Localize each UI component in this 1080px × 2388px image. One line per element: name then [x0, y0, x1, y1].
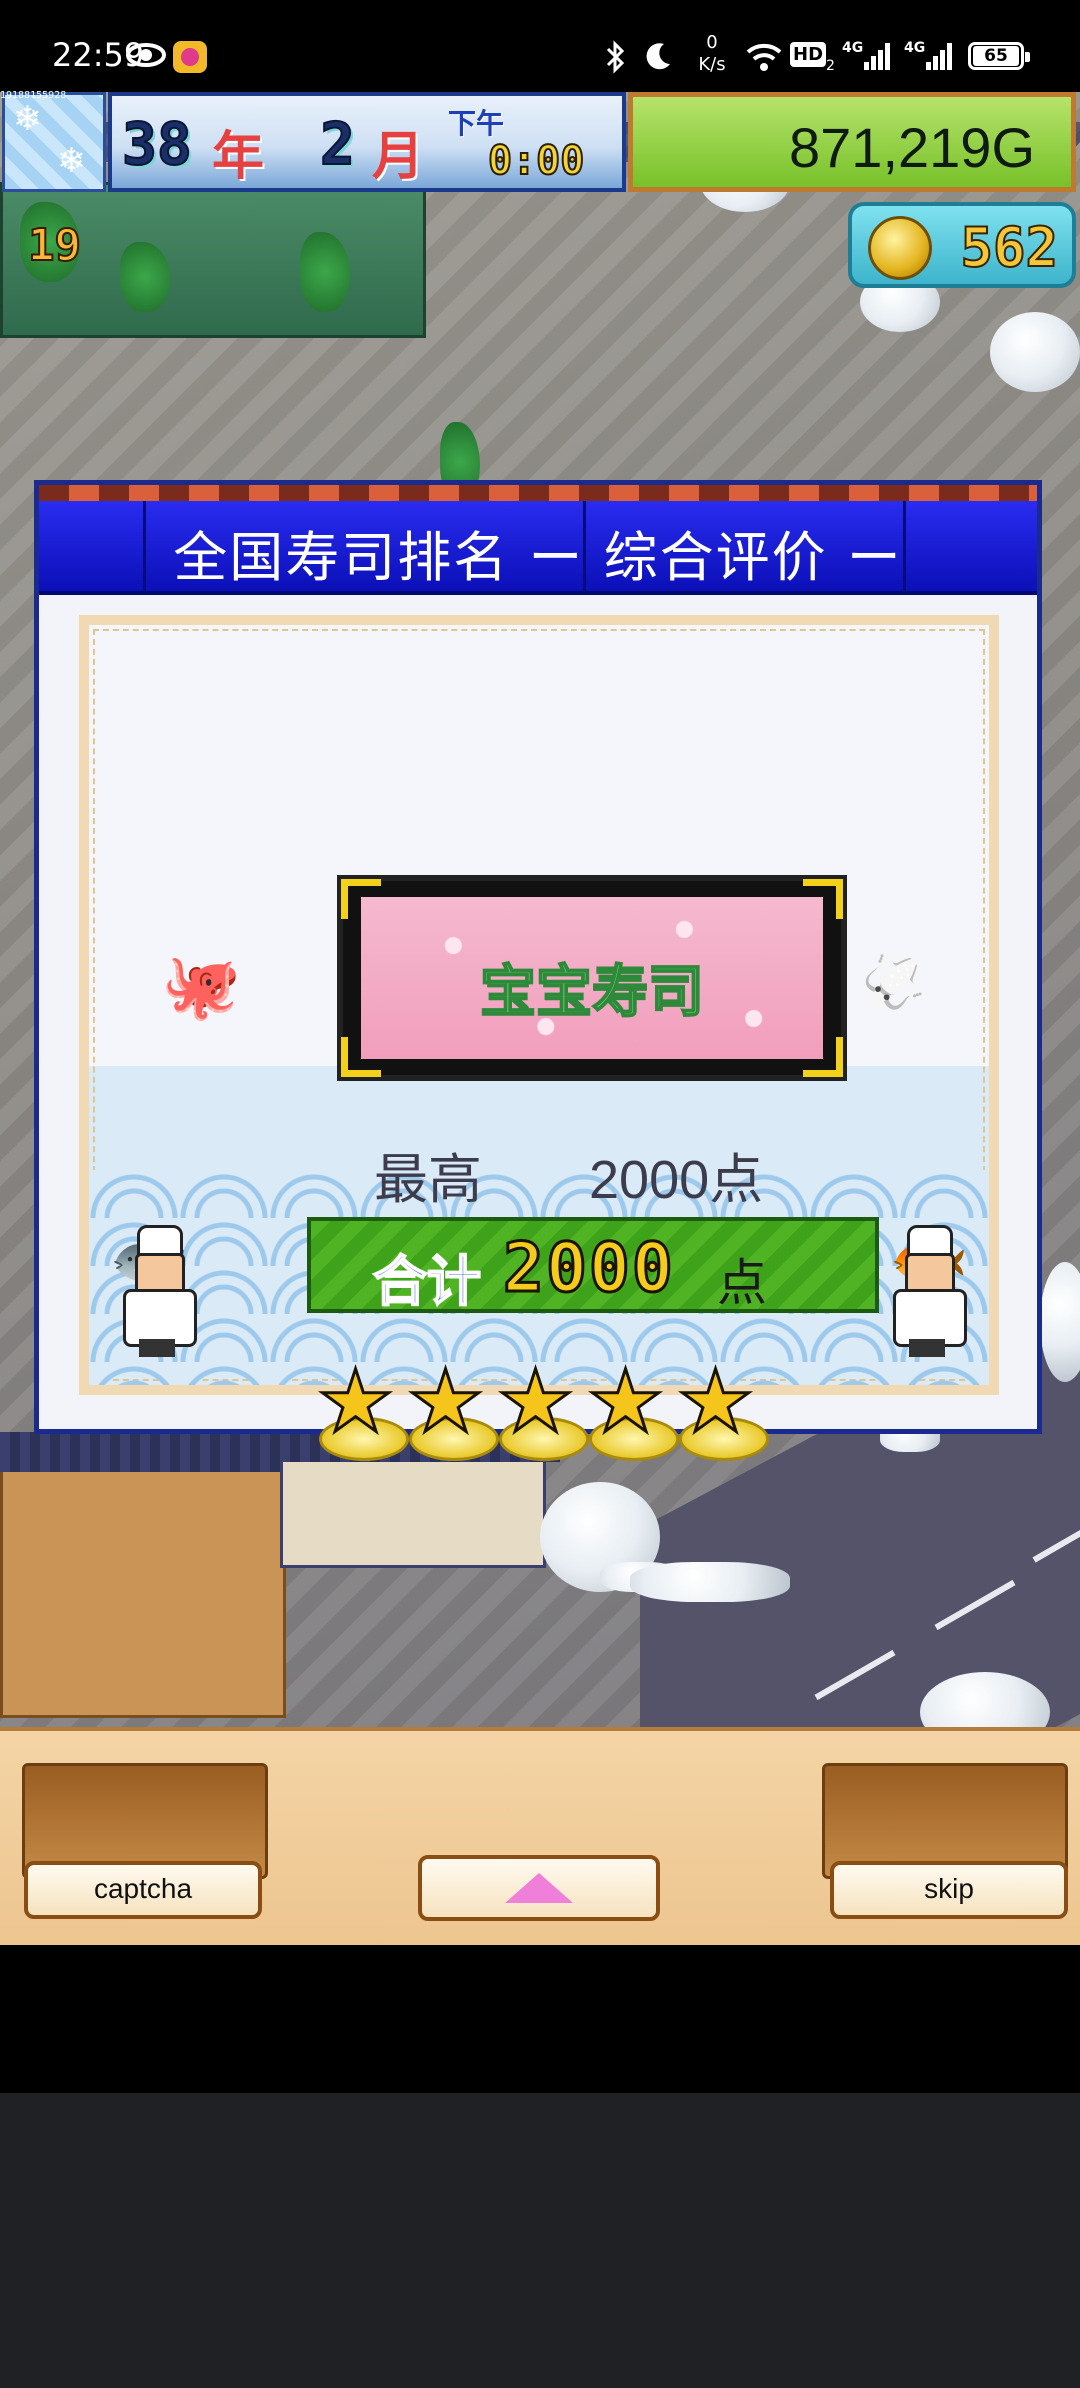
year-number: 38 — [121, 109, 193, 179]
snowflake-icon: ❄ — [57, 141, 86, 181]
coin-icon — [868, 216, 932, 280]
chef-left-icon — [119, 1225, 197, 1357]
star-icon: ★ — [315, 1358, 409, 1461]
shop-nameplate: 宝宝寿司 — [337, 875, 847, 1081]
device-id-tag: 19188155928 — [0, 90, 67, 101]
net-speed-unit: K/s — [698, 54, 726, 75]
system-nav-area — [0, 2093, 1080, 2388]
best-score-label: 最高 — [374, 1148, 482, 1211]
star-icon: ★ — [405, 1358, 499, 1461]
total-score-bar: 合计 2000 点 — [307, 1217, 879, 1314]
signal-1-icon — [862, 40, 892, 70]
star-icon: ★ — [585, 1358, 679, 1461]
app-notification-icon — [172, 40, 208, 73]
result-panel: 宝宝寿司 🐙 🦑 最高 2000点 🐟 🐟 合计 2000 点 ★★★★★ — [79, 615, 999, 1461]
signal-2-label: 4G — [904, 40, 926, 56]
moon-icon — [642, 40, 674, 70]
shop-name: 宝宝寿司 — [479, 959, 705, 1026]
clock: 0:00 — [487, 137, 585, 185]
squid-icon: 🦑 — [849, 950, 929, 1024]
up-arrow-icon — [505, 1873, 573, 1903]
ranking-dialog[interactable]: 全国寿司排名 ー 综合评价 ー 宝宝寿司 🐙 🦑 最高 2000点 🐟 🐟 合计… — [34, 480, 1042, 1461]
period-label: 下午 — [448, 107, 505, 140]
total-label: 合计 — [372, 1249, 482, 1314]
signal-1-label: 4G — [842, 40, 864, 56]
snowflake-icon: ❄ — [13, 99, 42, 139]
hd-badge: HD — [790, 42, 827, 67]
menu-up-button[interactable] — [418, 1855, 660, 1921]
dialog-title: 全国寿司排名 ー 综合评价 ー — [173, 526, 903, 589]
blank-strip — [0, 1945, 1080, 2093]
captcha-button[interactable]: captcha — [24, 1861, 262, 1919]
battery-level: 65 — [973, 46, 1019, 66]
month-number: 2 — [319, 109, 356, 179]
wifi-icon — [744, 40, 784, 71]
coin-count: 562 — [959, 215, 1059, 280]
signal-2-icon — [924, 40, 954, 70]
star-icon: ★ — [495, 1358, 589, 1461]
total-unit: 点 — [717, 1254, 767, 1312]
date-display: 38 年 2 月 下午 0:00 — [108, 92, 626, 192]
coin-counter[interactable]: 562 — [848, 202, 1076, 288]
star-icon: ★ — [675, 1358, 769, 1461]
money-display: 871,219G — [628, 92, 1076, 192]
total-value: 2000 — [502, 1228, 675, 1310]
chef-right-icon — [889, 1225, 967, 1357]
octopus-icon: 🐙 — [161, 950, 241, 1024]
sim-index: 2 — [826, 58, 835, 74]
eye-icon — [126, 40, 166, 70]
bluetooth-icon — [604, 40, 628, 74]
best-score-value: 2000点 — [589, 1150, 764, 1210]
net-speed-value: 0 — [706, 32, 718, 53]
money-amount: 871,219G — [789, 116, 1035, 179]
level-badge: 19 — [27, 219, 82, 272]
status-bar: 22:59 0 K/s HD 2 4G 4G 65 — [0, 0, 1080, 92]
dialog-top-trim — [39, 485, 1037, 501]
control-panel: captcha skip — [0, 1727, 1080, 1949]
month-unit: 月 — [372, 127, 425, 187]
year-unit: 年 — [212, 127, 265, 187]
season-indicator: ❄ ❄ — [2, 92, 106, 192]
dialog-header: 全国寿司排名 ー 综合评价 ー — [39, 501, 1037, 595]
skip-button[interactable]: skip — [830, 1861, 1068, 1919]
net-speed: 0 K/s — [692, 32, 732, 76]
battery-icon: 65 — [968, 42, 1030, 70]
